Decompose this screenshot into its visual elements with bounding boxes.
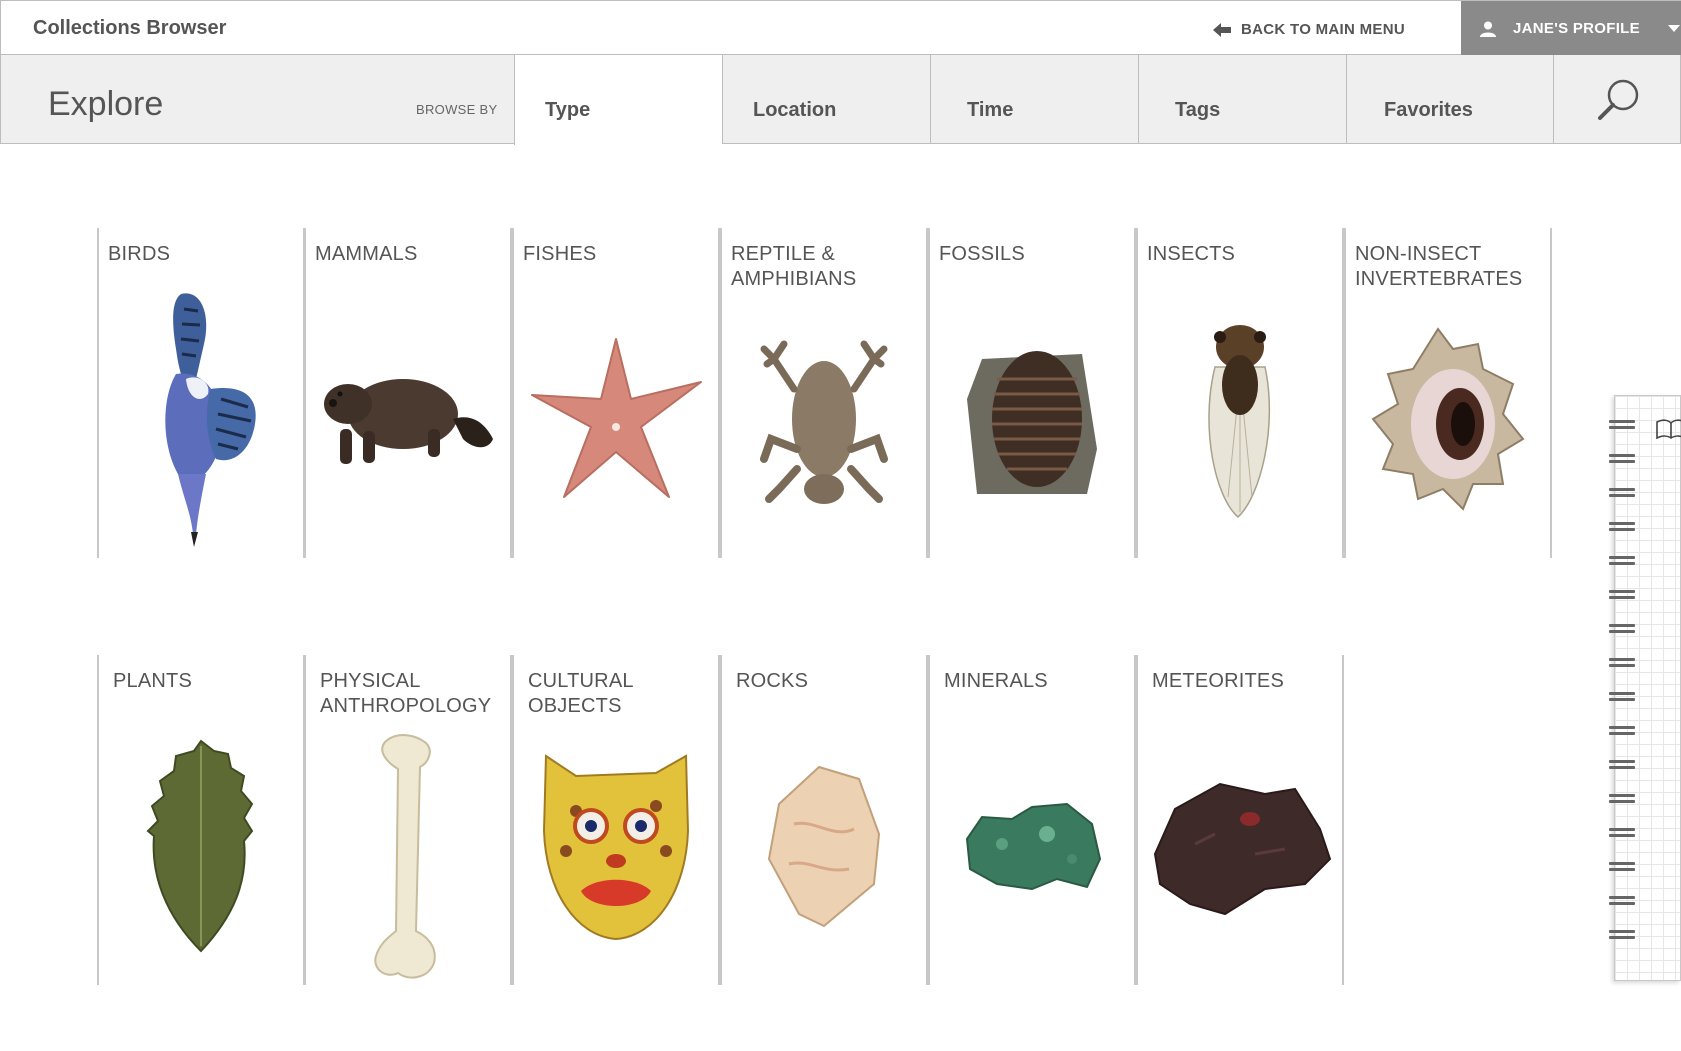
binder-ring-icon bbox=[1609, 930, 1635, 944]
starfish-icon bbox=[530, 337, 702, 498]
tab-location[interactable]: Location bbox=[722, 55, 931, 144]
tab-label: Favorites bbox=[1384, 99, 1473, 121]
category-label: METEORITES bbox=[1152, 670, 1285, 692]
back-arrow-icon bbox=[1213, 22, 1231, 37]
category-label: REPTILE & AMPHIBIANS bbox=[731, 243, 857, 290]
binder-ring-icon bbox=[1609, 828, 1635, 842]
tab-label: Tags bbox=[1175, 99, 1221, 121]
category-card-fossils[interactable]: FOSSILS bbox=[928, 228, 1136, 558]
notebook-panel[interactable] bbox=[1609, 395, 1681, 981]
category-card-mammals[interactable]: MAMMALS bbox=[304, 228, 512, 558]
shell-icon bbox=[1371, 327, 1525, 511]
cicada-icon bbox=[1208, 324, 1271, 518]
tab-favorites[interactable]: Favorites bbox=[1346, 55, 1554, 144]
tab-type[interactable]: Type bbox=[514, 55, 723, 145]
binder-ring-icon bbox=[1609, 420, 1635, 434]
binder-ring-icon bbox=[1609, 454, 1635, 468]
binder-ring-icon bbox=[1609, 522, 1635, 536]
bird-icon bbox=[165, 293, 256, 547]
frog-icon bbox=[760, 340, 888, 504]
category-label: PLANTS bbox=[113, 670, 193, 692]
mammal-icon bbox=[324, 379, 493, 464]
category-label: FISHES bbox=[523, 243, 597, 265]
profile-menu-button[interactable]: JANE'S PROFILE bbox=[1461, 1, 1681, 56]
category-label: FOSSILS bbox=[939, 243, 1025, 265]
category-label: ROCKS bbox=[736, 670, 809, 692]
binder-ring-icon bbox=[1609, 794, 1635, 808]
tab-label: Time bbox=[967, 99, 1014, 121]
category-card-rocks[interactable]: ROCKS bbox=[720, 655, 928, 985]
category-card-fishes[interactable]: FISHES bbox=[512, 228, 720, 558]
search-icon bbox=[1598, 79, 1639, 120]
trilobite-icon bbox=[967, 351, 1097, 494]
rock-icon bbox=[767, 765, 881, 927]
category-label: CULTURAL OBJECTS bbox=[528, 670, 634, 717]
browse-nav-bar: Explore BROWSE BY Type Location Time Tag… bbox=[0, 55, 1681, 145]
category-card-minerals[interactable]: MINERALS bbox=[928, 655, 1136, 985]
bone-icon bbox=[374, 734, 436, 979]
binder-ring-icon bbox=[1609, 488, 1635, 502]
page-title: Explore bbox=[48, 85, 164, 123]
category-card-birds[interactable]: BIRDS bbox=[97, 228, 305, 558]
binder-ring-icon bbox=[1609, 590, 1635, 604]
category-card-plants[interactable]: PLANTS bbox=[97, 655, 305, 985]
back-link-label: BACK TO MAIN MENU bbox=[1241, 21, 1405, 38]
binder-ring-icon bbox=[1609, 862, 1635, 876]
binder-ring-icon bbox=[1609, 658, 1635, 672]
leaf-icon bbox=[146, 739, 254, 953]
category-label: MINERALS bbox=[944, 670, 1048, 692]
binder-ring-icon bbox=[1609, 556, 1635, 570]
user-icon bbox=[1480, 21, 1496, 37]
binder-ring-icon bbox=[1609, 692, 1635, 706]
category-card-cultural-objects[interactable]: CULTURAL OBJECTS bbox=[512, 655, 720, 985]
chevron-down-icon bbox=[1667, 25, 1680, 32]
top-bar: Collections Browser BACK TO MAIN MENU JA… bbox=[0, 0, 1681, 56]
meteorite-icon bbox=[1153, 782, 1332, 915]
binder-ring-icon bbox=[1609, 726, 1635, 740]
tab-label: Location bbox=[753, 99, 837, 121]
category-card-insects[interactable]: INSECTS bbox=[1136, 228, 1344, 558]
binder-ring-icon bbox=[1609, 624, 1635, 638]
tab-tags[interactable]: Tags bbox=[1138, 55, 1347, 144]
category-card-reptile-amphibians[interactable]: REPTILE & AMPHIBIANS bbox=[720, 228, 928, 558]
category-label: NON-INSECT INVERTEBRATES bbox=[1355, 243, 1523, 290]
app-title: Collections Browser bbox=[33, 17, 227, 39]
mask-icon bbox=[542, 754, 690, 941]
category-card-physical-anthropology[interactable]: PHYSICAL ANTHROPOLOGY bbox=[304, 655, 512, 985]
back-to-main-menu-link[interactable]: BACK TO MAIN MENU bbox=[1213, 21, 1405, 38]
profile-label: JANE'S PROFILE bbox=[1513, 20, 1640, 37]
tab-time[interactable]: Time bbox=[930, 55, 1139, 144]
category-label: BIRDS bbox=[108, 243, 171, 265]
search-button[interactable] bbox=[1553, 55, 1681, 144]
browse-by-label: BROWSE BY bbox=[416, 102, 498, 117]
mineral-icon bbox=[965, 802, 1102, 890]
book-icon bbox=[1655, 418, 1681, 445]
category-card-non-insect-invertebrates[interactable]: NON-INSECT INVERTEBRATES bbox=[1344, 228, 1552, 558]
category-label: MAMMALS bbox=[315, 243, 418, 265]
category-label: PHYSICAL ANTHROPOLOGY bbox=[320, 670, 492, 717]
binder-ring-icon bbox=[1609, 760, 1635, 774]
category-card-meteorites[interactable]: METEORITES bbox=[1136, 655, 1344, 985]
tab-label: Type bbox=[545, 99, 591, 121]
binder-ring-icon bbox=[1609, 896, 1635, 910]
category-label: INSECTS bbox=[1147, 243, 1236, 265]
